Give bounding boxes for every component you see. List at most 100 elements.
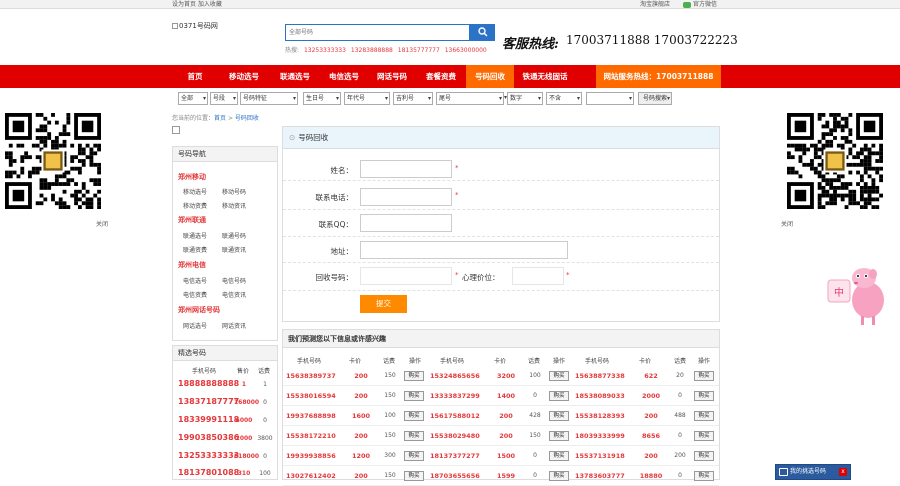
nav-packages[interactable]: 套餐资费 [416,65,466,88]
buy-button[interactable]: 购买 [694,371,714,381]
name-field[interactable] [360,160,452,178]
sidebar-link[interactable]: 移动资讯 [222,201,246,210]
sidebar-group-telecom[interactable]: 郑州电信 [178,260,206,270]
filter-exclude[interactable]: 不含 [546,92,582,105]
buy-button[interactable]: 购买 [404,451,424,461]
suggest-number[interactable]: 15538172210 [286,432,336,440]
buy-button[interactable]: 购买 [404,371,424,381]
nav-netphone[interactable]: 网话号码 [368,65,416,88]
sidebar-link[interactable]: 移动资费 [183,201,207,210]
filter-tail[interactable]: 尾号 [436,92,504,105]
recycle-number-field[interactable] [360,267,452,285]
hot-number[interactable]: 13663000000 [445,47,487,54]
nav-unicom[interactable]: 联通选号 [270,65,320,88]
buy-button[interactable]: 购买 [549,431,569,441]
submit-button[interactable]: 提交 [360,295,407,313]
buy-button[interactable]: 购买 [549,451,569,461]
close-icon[interactable]: x [839,468,847,476]
picked-number[interactable]: 18137801088 [178,468,239,477]
filter-year[interactable]: 年代号 [344,92,390,105]
nav-home[interactable]: 首页 [172,65,218,88]
suggest-number[interactable]: 15538016594 [286,392,336,400]
qr-close-left[interactable]: 关闭 [96,219,108,228]
sidebar-group-netphone[interactable]: 郑州网话号码 [178,305,220,315]
picked-number[interactable]: 13837187777 [178,397,239,406]
suggest-number[interactable]: 15324865656 [430,372,480,380]
hot-number[interactable]: 18135777777 [398,47,440,54]
filter-segment[interactable]: 号段 [210,92,238,105]
sidebar-group-unicom[interactable]: 郑州联通 [178,215,206,225]
buy-button[interactable]: 购买 [549,371,569,381]
sidebar-link[interactable]: 电信选号 [183,276,207,285]
picked-number[interactable]: 18888888888 [178,379,239,388]
suggest-number[interactable]: 13783603777 [575,472,625,480]
picked-number[interactable]: 18339991118 [178,415,239,424]
sidebar-link[interactable]: 电信资讯 [222,290,246,299]
sidebar-link[interactable]: 移动号码 [222,187,246,196]
phone-field[interactable] [360,188,452,206]
wechat-link[interactable]: 官方微信 [683,0,717,9]
suggest-number[interactable]: 13027612402 [286,472,336,480]
buy-button[interactable]: 购买 [549,411,569,421]
hot-number[interactable]: 13283888888 [351,47,393,54]
suggest-number[interactable]: 18137377277 [430,452,480,460]
sidebar-group-mobile[interactable]: 郑州移动 [178,172,206,182]
price-field[interactable] [512,267,564,285]
filter-birthday[interactable]: 生日号 [303,92,341,105]
sidebar-link[interactable]: 网话资讯 [222,321,246,330]
breadcrumb-current[interactable]: 号码回收 [235,115,259,122]
filter-feature[interactable]: 号码特征 [240,92,298,105]
suggest-number[interactable]: 18703655656 [430,472,480,480]
search-input[interactable] [286,25,446,40]
top-links[interactable]: 设为首页 加入收藏 [172,0,222,9]
buy-button[interactable]: 购买 [694,451,714,461]
suggest-number[interactable]: 15538029480 [430,432,480,440]
peppa-pig-mascot[interactable]: 中 [826,262,890,326]
selected-numbers-bar[interactable]: 我的挑选号码 x [775,464,851,480]
hot-number[interactable]: 13253333333 [304,47,346,54]
sidebar-link[interactable]: 电信号码 [222,276,246,285]
buy-button[interactable]: 购买 [694,431,714,441]
sidebar-link[interactable]: 移动选号 [183,187,207,196]
sidebar-link[interactable]: 联通号码 [222,231,246,240]
breadcrumb-home[interactable]: 首页 [214,115,226,122]
suggest-number[interactable]: 15537131918 [575,452,625,460]
sidebar-link[interactable]: 电信资费 [183,290,207,299]
address-field[interactable] [360,241,568,259]
buy-button[interactable]: 购买 [404,411,424,421]
taobao-link[interactable]: 淘宝旗舰店 [640,0,670,9]
suggest-number[interactable]: 15617588012 [430,412,480,420]
site-logo[interactable]: 0371号码网 [172,21,218,31]
picked-number[interactable]: 13253333333 [178,451,239,460]
search-button[interactable] [470,24,495,41]
sidebar-link[interactable]: 联通资费 [183,245,207,254]
filter-lucky[interactable]: 吉利号 [393,92,433,105]
buy-button[interactable]: 购买 [549,391,569,401]
sidebar-link[interactable]: 联通选号 [183,231,207,240]
sidebar-link[interactable]: 联通资讯 [222,245,246,254]
buy-button[interactable]: 购买 [694,411,714,421]
suggest-number[interactable]: 19937688898 [286,412,336,420]
suggest-number[interactable]: 19939938856 [286,452,336,460]
filter-search-button[interactable]: 号码搜索 [638,92,672,105]
suggest-number[interactable]: 13333837299 [430,392,480,400]
suggest-number[interactable]: 15538128393 [575,412,625,420]
nav-telecom[interactable]: 电信选号 [320,65,368,88]
buy-button[interactable]: 购买 [694,391,714,401]
sidebar-link[interactable]: 网话选号 [183,321,207,330]
nav-landline[interactable]: 铁通无线固话 [514,65,576,88]
filter-text-input[interactable] [586,92,634,105]
filter-all[interactable]: 全部 [178,92,208,105]
filter-digit[interactable]: 数字 [507,92,543,105]
buy-button[interactable]: 购买 [404,391,424,401]
suggest-number[interactable]: 15638877338 [575,372,625,380]
suggest-number[interactable]: 18538089033 [575,392,625,400]
picked-number[interactable]: 19903850386 [178,433,239,442]
suggest-number[interactable]: 15638389737 [286,372,336,380]
qq-field[interactable] [360,214,452,232]
nav-recycle[interactable]: 号码回收 [466,65,514,88]
qr-close-right[interactable]: 关闭 [781,219,793,228]
suggest-number[interactable]: 18039333999 [575,432,625,440]
buy-button[interactable]: 购买 [404,431,424,441]
nav-mobile[interactable]: 移动选号 [218,65,270,88]
